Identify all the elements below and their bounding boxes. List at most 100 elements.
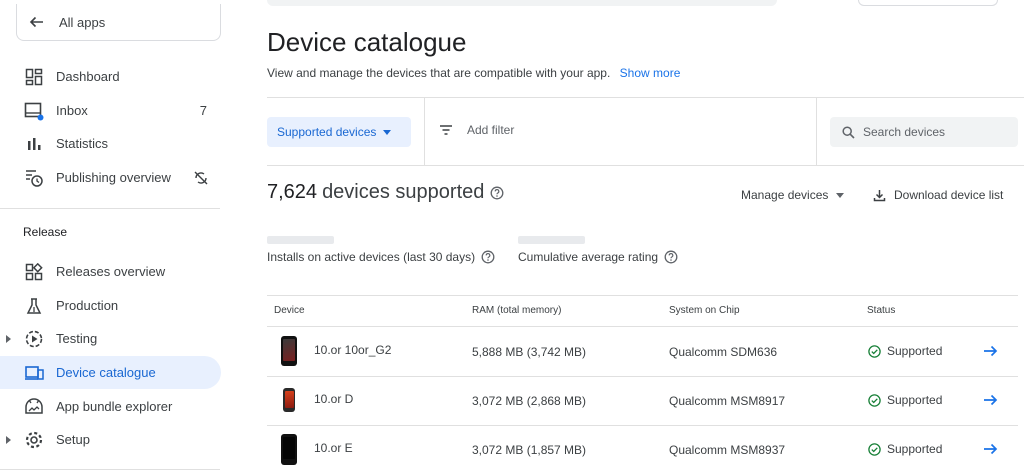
app-bundle-icon	[24, 397, 44, 417]
installs-metric-text: Installs on active devices (last 30 days…	[267, 250, 476, 264]
subtitle-text: View and manage the devices that are com…	[267, 66, 611, 80]
devices-count-label: devices supported	[322, 181, 485, 203]
sync-disabled-icon	[193, 170, 209, 186]
sidebar-item-label: App bundle explorer	[56, 399, 173, 414]
column-header-status[interactable]: Status	[867, 305, 895, 316]
table-row[interactable]: 10.or E 3,072 MB (1,857 MB) Qualcomm MSM…	[267, 426, 1018, 473]
status-label: Supported	[887, 442, 943, 456]
device-ram: 3,072 MB (1,857 MB)	[472, 443, 587, 457]
sidebar-item-production[interactable]: Production	[0, 289, 221, 322]
sidebar-item-setup[interactable]: Setup	[0, 423, 221, 456]
back-arrow-icon	[27, 13, 45, 31]
devices-count: 7,624 devices supported	[267, 181, 504, 204]
search-icon	[842, 125, 855, 139]
sidebar-item-label: Inbox	[56, 103, 88, 118]
chevron-down-icon	[836, 192, 845, 198]
sidebar-item-app-bundle-explorer[interactable]: App bundle explorer	[0, 390, 221, 423]
device-thumbnail	[283, 388, 295, 412]
device-status: Supported	[868, 393, 942, 407]
arrow-right-icon[interactable]	[983, 394, 998, 406]
arrow-right-icon[interactable]	[983, 443, 998, 455]
sidebar-item-publishing-overview[interactable]: Publishing overview	[0, 161, 221, 194]
production-icon	[24, 296, 44, 316]
sidebar-item-testing[interactable]: Testing	[0, 322, 221, 355]
check-circle-icon	[868, 393, 881, 407]
device-catalogue-icon	[24, 363, 44, 383]
check-circle-icon	[868, 344, 881, 358]
manage-devices-dropdown[interactable]: Manage devices	[741, 188, 845, 202]
table-row[interactable]: 10.or D 3,072 MB (2,868 MB) Qualcomm MSM…	[267, 377, 1018, 426]
dashboard-icon	[24, 67, 44, 87]
sidebar-item-label: Statistics	[56, 136, 109, 151]
release-section-title: Release	[23, 225, 68, 239]
filter-divider	[424, 98, 425, 166]
sidebar-item-device-catalogue[interactable]: Device catalogue	[0, 356, 221, 389]
sidebar-item-label: Device catalogue	[56, 365, 156, 380]
search-box	[830, 117, 1018, 147]
sidebar-divider	[0, 469, 220, 470]
rating-metric-text: Cumulative average rating	[518, 250, 659, 264]
show-more-link[interactable]: Show more	[620, 66, 681, 80]
device-thumbnail	[281, 336, 297, 366]
table-top-border	[267, 295, 1018, 296]
sidebar-divider	[0, 208, 220, 209]
status-label: Supported	[887, 344, 943, 358]
download-icon	[873, 189, 886, 201]
rating-value-placeholder	[518, 236, 585, 244]
sidebar-item-statistics[interactable]: Statistics	[0, 127, 221, 160]
sidebar-item-releases-overview[interactable]: Releases overview	[0, 255, 221, 288]
page-subtitle: View and manage the devices that are com…	[267, 66, 680, 80]
sidebar: All apps Dashboard Inbox 7 Statistics Pu…	[0, 0, 236, 473]
chevron-down-icon	[383, 129, 392, 135]
devices-count-number: 7,624	[267, 181, 318, 203]
help-icon[interactable]	[664, 250, 678, 264]
all-apps-button[interactable]: All apps	[16, 4, 221, 41]
rating-metric-label: Cumulative average rating	[518, 250, 678, 264]
device-ram: 5,888 MB (3,742 MB)	[472, 345, 587, 359]
device-soc: Qualcomm MSM8917	[669, 394, 786, 408]
sidebar-item-label: Publishing overview	[56, 170, 171, 185]
device-soc: Qualcomm SDM636	[669, 345, 778, 359]
installs-metric-label: Installs on active devices (last 30 days…	[267, 250, 495, 264]
column-header-soc[interactable]: System on Chip	[669, 305, 740, 316]
help-icon[interactable]	[481, 250, 495, 264]
device-name: 10.or E	[314, 441, 353, 455]
inbox-count-badge: 7	[199, 103, 207, 118]
search-devices-input[interactable]	[863, 125, 1013, 139]
publishing-overview-icon	[24, 168, 44, 188]
manage-devices-label: Manage devices	[741, 188, 829, 202]
arrow-right-icon[interactable]	[983, 345, 998, 357]
download-device-list-label: Download device list	[894, 188, 1004, 202]
table-row[interactable]: 10.or 10or_G2 5,888 MB (3,742 MB) Qualco…	[267, 327, 1018, 376]
device-soc: Qualcomm MSM8937	[669, 443, 786, 457]
add-filter-button[interactable]: Add filter	[439, 123, 514, 137]
help-icon[interactable]	[490, 186, 504, 200]
statistics-icon	[24, 134, 44, 154]
filter-icon	[440, 125, 452, 135]
sidebar-item-label: Testing	[56, 331, 98, 346]
device-status: Supported	[868, 442, 942, 456]
sidebar-item-label: Setup	[56, 432, 90, 447]
sidebar-item-inbox[interactable]: Inbox 7	[0, 94, 221, 127]
device-name: 10.or 10or_G2	[314, 343, 392, 357]
download-device-list-button[interactable]: Download device list	[873, 188, 1003, 202]
sidebar-item-label: Production	[56, 298, 119, 313]
search-divider	[816, 98, 817, 166]
installs-value-placeholder	[267, 236, 334, 244]
filter-chip-label: Supported devices	[277, 125, 377, 139]
setup-gear-icon	[24, 430, 44, 450]
column-header-device[interactable]: Device	[274, 305, 305, 316]
page-title: Device catalogue	[267, 27, 467, 57]
check-circle-icon	[868, 442, 881, 456]
device-ram: 3,072 MB (2,868 MB)	[472, 394, 587, 408]
sidebar-item-label: Dashboard	[56, 69, 120, 84]
releases-overview-icon	[24, 262, 44, 282]
device-thumbnail	[281, 434, 297, 465]
supported-devices-filter-chip[interactable]: Supported devices	[267, 117, 411, 147]
filter-bar: Supported devices Add filter	[267, 97, 1024, 166]
column-header-ram[interactable]: RAM (total memory)	[472, 305, 561, 316]
sidebar-item-dashboard[interactable]: Dashboard	[0, 60, 221, 93]
all-apps-label: All apps	[59, 14, 106, 30]
status-label: Supported	[887, 393, 943, 407]
add-filter-label: Add filter	[467, 123, 515, 137]
